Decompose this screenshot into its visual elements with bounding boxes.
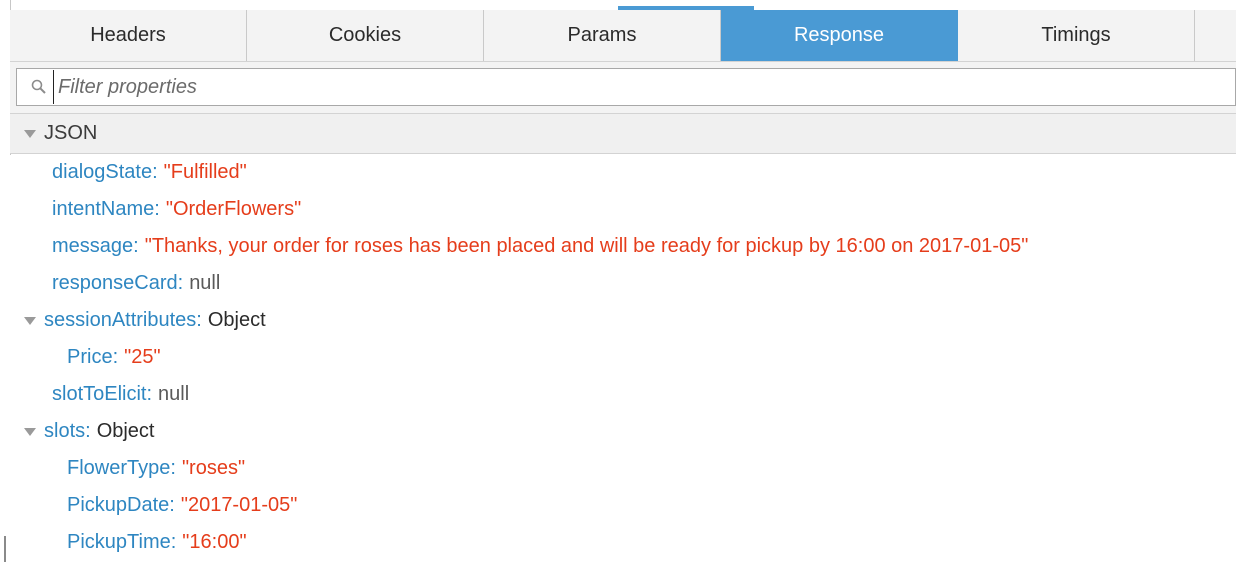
search-icon [25, 68, 53, 106]
json-value: null [158, 383, 190, 405]
triangle-down-icon[interactable] [24, 129, 36, 138]
json-key: Price [67, 346, 113, 368]
json-colon: : [170, 457, 176, 479]
json-value: "roses" [181, 457, 246, 479]
json-value: "25" [124, 346, 161, 368]
json-key: FlowerType [67, 457, 171, 479]
json-row-response-card[interactable]: responseCard: null [10, 265, 1236, 302]
tab-cookies[interactable]: Cookies [247, 10, 484, 61]
triangle-down-icon[interactable] [24, 316, 36, 325]
json-value: "Thanks, your order for roses has been p… [144, 235, 1029, 257]
json-key: intentName [52, 198, 155, 220]
json-row-pickup-time[interactable]: PickupTime: "16:00" [10, 524, 1236, 561]
json-key: PickupTime [67, 531, 171, 553]
json-colon: : [169, 494, 175, 516]
json-colon: : [196, 309, 202, 331]
json-key: responseCard [52, 272, 178, 294]
tab-params[interactable]: Params [484, 10, 721, 61]
filter-box [16, 68, 1236, 106]
json-key: sessionAttributes [44, 309, 197, 331]
triangle-down-icon[interactable] [24, 427, 36, 436]
json-key: message [52, 235, 134, 257]
json-colon: : [177, 272, 184, 294]
json-row-flower-type[interactable]: FlowerType: "roses" [10, 450, 1236, 487]
tab-bar-filler [1195, 10, 1236, 61]
json-colon: : [112, 346, 119, 368]
json-row-session-attributes[interactable]: sessionAttributes: Object [10, 302, 1236, 339]
json-value: "Fulfilled" [163, 161, 247, 183]
json-row-price[interactable]: Price: "25" [10, 339, 1236, 376]
json-value: Object [207, 309, 266, 331]
json-tree: dialogState: "Fulfilled" intentName: "Orde… [10, 154, 1236, 574]
tab-bar: Headers Cookies Params Response Timings [10, 10, 1236, 62]
json-key: slotToElicit [52, 383, 147, 405]
json-colon: : [85, 420, 91, 442]
json-value: "16:00" [182, 531, 247, 553]
filter-properties-input[interactable] [53, 70, 1218, 104]
json-row-slot-to-elicit[interactable]: slotToElicit: null [10, 376, 1236, 413]
json-colon: : [133, 235, 139, 257]
json-colon: : [154, 198, 160, 220]
json-section-label: JSON [44, 122, 98, 144]
json-row-slots[interactable]: slots: Object [10, 413, 1236, 450]
tab-headers[interactable]: Headers [10, 10, 247, 61]
json-section-header[interactable]: JSON [10, 114, 1236, 154]
json-value: "OrderFlowers" [165, 198, 302, 220]
top-strip [0, 0, 1236, 10]
json-row-pickup-date[interactable]: PickupDate: "2017-01-05" [10, 487, 1236, 524]
json-row-dialog-state[interactable]: dialogState: "Fulfilled" [10, 154, 1236, 191]
resize-handle[interactable] [4, 536, 6, 562]
json-value: null [189, 272, 221, 294]
json-value: Object [96, 420, 155, 442]
json-key: slots [44, 420, 86, 442]
json-colon: : [170, 531, 177, 553]
tab-timings[interactable]: Timings [958, 10, 1195, 61]
json-row-message[interactable]: message: "Thanks, your order for roses ha… [10, 228, 1236, 265]
response-panel: Headers Cookies Params Response Timings … [0, 0, 1236, 580]
json-value: "2017-01-05" [180, 494, 298, 516]
filter-toolbar [10, 62, 1236, 114]
json-key: PickupDate [67, 494, 170, 516]
json-row-intent-name[interactable]: intentName: "OrderFlowers" [10, 191, 1236, 228]
json-colon: : [152, 161, 158, 183]
tab-response[interactable]: Response [721, 10, 958, 61]
json-key: dialogState [52, 161, 153, 183]
json-colon: : [146, 383, 153, 405]
